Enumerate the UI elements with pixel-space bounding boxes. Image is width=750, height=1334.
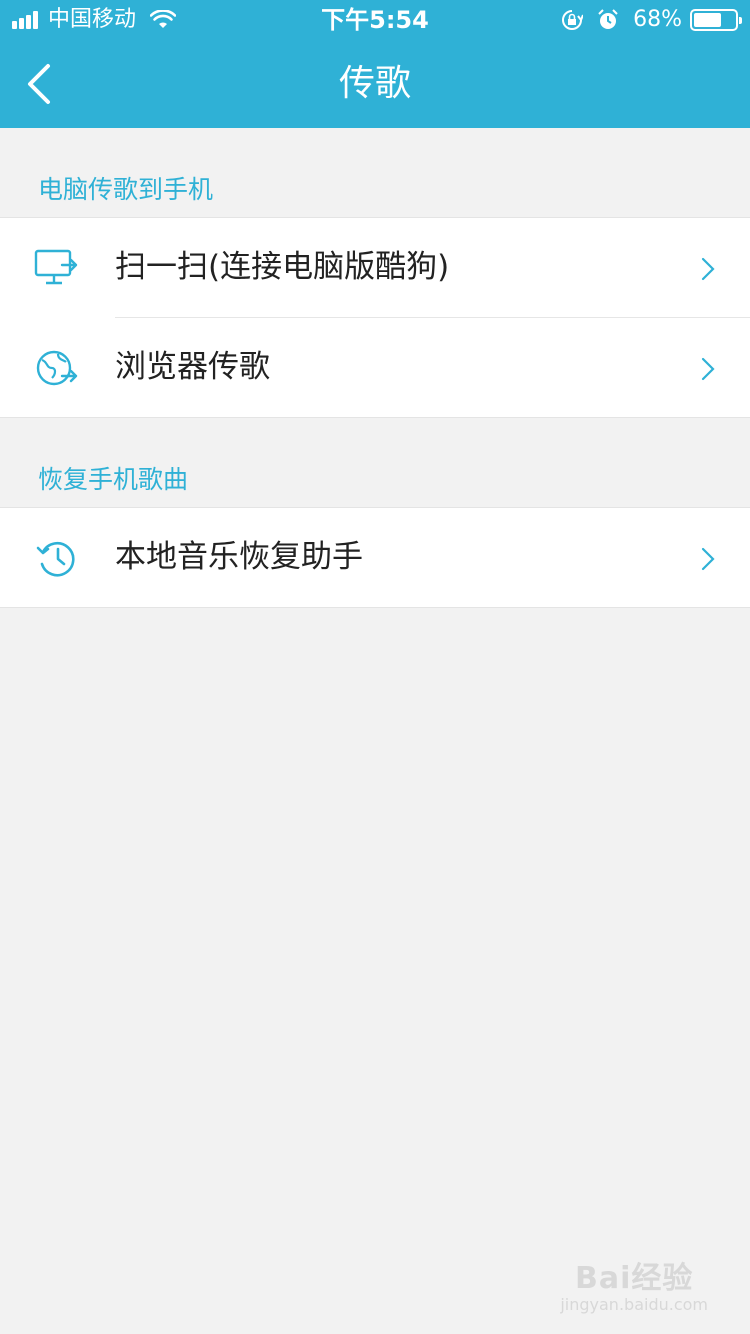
alarm-icon xyxy=(598,9,618,29)
page-title: 传歌 xyxy=(338,63,411,104)
chevron-right-icon xyxy=(701,547,715,571)
top-bar: 中国移动 下午5:54 68% 传歌 xyxy=(0,0,750,128)
section-header-pc-transfer: 电脑传歌到手机 xyxy=(38,175,214,204)
watermark-logo: Bai经验 xyxy=(574,1261,694,1296)
list-item-browser[interactable]: 浏览器传歌 xyxy=(0,318,750,417)
list-item-label: 扫一扫(连接电脑版酷狗) xyxy=(115,249,450,285)
watermark: Bai经验 jingyan.baidu.com xyxy=(560,1253,708,1314)
chevron-right-icon xyxy=(701,257,715,281)
rotation-lock-icon xyxy=(562,10,584,30)
browser-transfer-icon xyxy=(36,350,78,386)
computer-transfer-icon xyxy=(34,249,78,285)
group-pc-transfer: 扫一扫(连接电脑版酷狗) 浏览器传歌 xyxy=(0,217,750,418)
history-icon xyxy=(36,541,75,577)
group-restore: 本地音乐恢复助手 xyxy=(0,507,750,608)
battery-percent: 68% xyxy=(633,7,682,32)
watermark-url: jingyan.baidu.com xyxy=(560,1295,708,1314)
list-item-label: 本地音乐恢复助手 xyxy=(115,539,363,575)
list-item-scan[interactable]: 扫一扫(连接电脑版酷狗) xyxy=(0,218,750,317)
status-right: 68% xyxy=(561,0,742,40)
chevron-right-icon xyxy=(701,357,715,381)
list-item-restore-assistant[interactable]: 本地音乐恢复助手 xyxy=(0,508,750,607)
battery-icon xyxy=(690,9,742,31)
nav-bar: 传歌 xyxy=(0,40,750,128)
status-bar: 中国移动 下午5:54 68% xyxy=(0,0,750,40)
section-header-restore: 恢复手机歌曲 xyxy=(38,465,189,494)
list-item-label: 浏览器传歌 xyxy=(115,349,270,385)
